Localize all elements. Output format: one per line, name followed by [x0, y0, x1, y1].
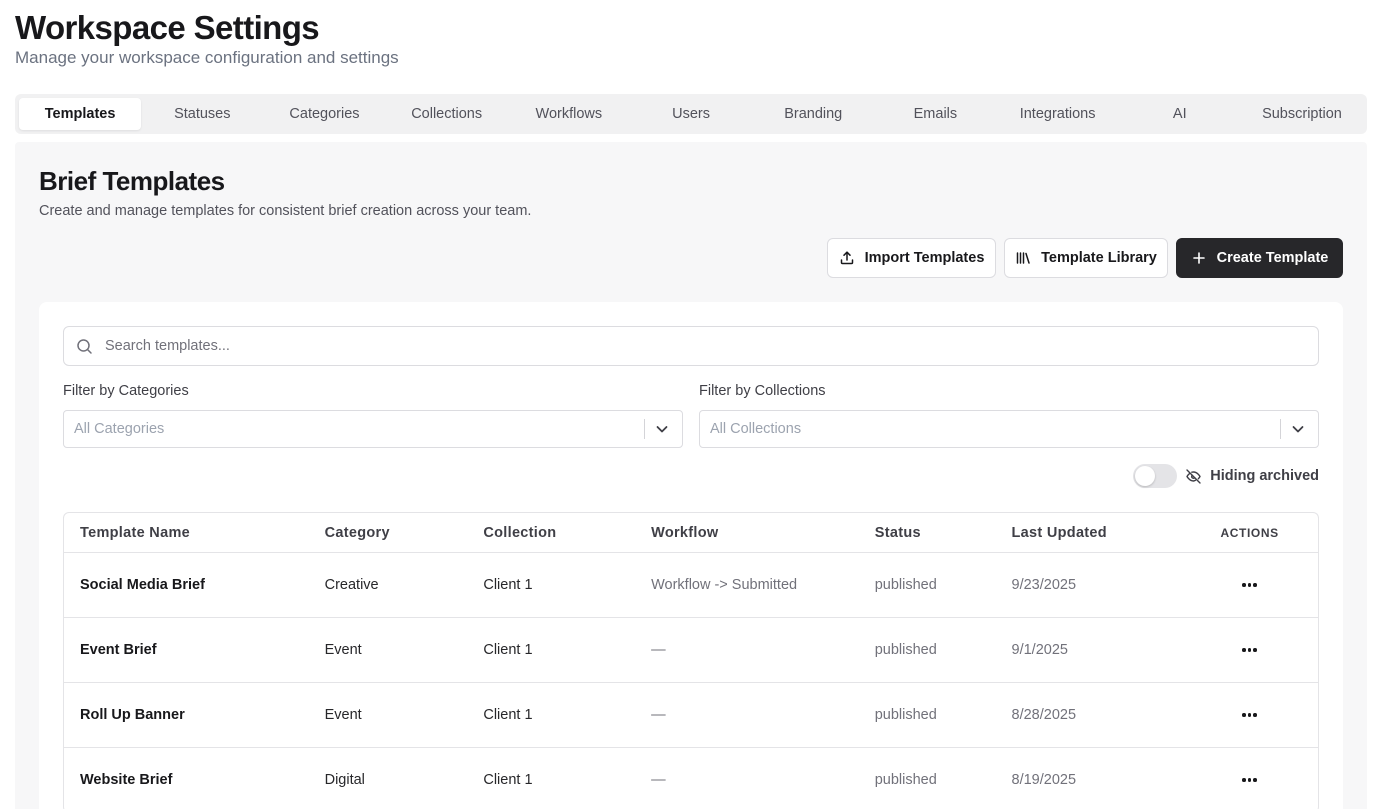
tab-collections[interactable]: Collections [386, 98, 508, 130]
cell-actions [1181, 772, 1318, 788]
cell-status: published [874, 577, 937, 593]
import-templates-button[interactable]: Import Templates [827, 238, 996, 278]
templates-panel: Brief Templates Create and manage templa… [15, 142, 1367, 809]
filter-categories-label: Filter by Categories [63, 383, 189, 399]
cell-last-updated: 9/1/2025 [1011, 642, 1068, 658]
table-row[interactable]: Website Brief Digital Client 1 — publish… [64, 748, 1318, 809]
archive-toggle-row: Hiding archived [1133, 464, 1319, 488]
settings-tabs: Templates Statuses Categories Collection… [15, 94, 1367, 134]
chevron-down-icon [1290, 421, 1306, 437]
page-title: Workspace Settings [15, 9, 320, 46]
tab-emails[interactable]: Emails [874, 98, 996, 130]
section-title: Brief Templates [39, 166, 225, 196]
tab-users[interactable]: Users [630, 98, 752, 130]
upload-icon [839, 250, 855, 266]
cell-template-name: Website Brief [80, 772, 173, 788]
templates-table: Template Name Category Collection Workfl… [63, 512, 1319, 809]
table-row[interactable]: Roll Up Banner Event Client 1 — publishe… [64, 683, 1318, 748]
cell-workflow: — [651, 642, 666, 658]
cell-collection: Client 1 [483, 642, 533, 658]
import-templates-label: Import Templates [864, 250, 985, 266]
collections-select[interactable]: All Collections [699, 410, 1319, 448]
categories-select-value: All Categories [74, 421, 165, 437]
table-row[interactable]: Social Media Brief Creative Client 1 Wor… [64, 553, 1318, 618]
column-header-status[interactable]: Status [875, 525, 1012, 541]
cell-template-name: Event Brief [80, 642, 157, 658]
eye-off-icon [1185, 468, 1202, 485]
collections-select-value: All Collections [710, 421, 802, 437]
page-subtitle: Manage your workspace configuration and … [15, 48, 399, 67]
cell-category: Event [324, 707, 362, 723]
cell-category: Event [324, 642, 362, 658]
cell-category: Creative [324, 577, 379, 593]
cell-template-name: Roll Up Banner [80, 707, 185, 723]
column-header-name[interactable]: Template Name [64, 525, 325, 541]
template-library-label: Template Library [1041, 250, 1157, 266]
more-horizontal-icon[interactable] [1236, 577, 1263, 593]
create-template-label: Create Template [1216, 250, 1329, 266]
tab-templates[interactable]: Templates [19, 98, 142, 130]
cell-status: published [874, 642, 937, 658]
tab-ai[interactable]: AI [1119, 98, 1241, 130]
cell-workflow: — [651, 707, 666, 723]
more-horizontal-icon[interactable] [1236, 772, 1263, 788]
cell-last-updated: 9/23/2025 [1011, 577, 1077, 593]
filter-collections-label: Filter by Collections [699, 383, 826, 399]
templates-card: Filter by Categories All Categories Filt… [39, 302, 1343, 809]
tab-statuses[interactable]: Statuses [141, 98, 263, 130]
more-horizontal-icon[interactable] [1236, 707, 1263, 723]
tab-branding[interactable]: Branding [752, 98, 874, 130]
cell-last-updated: 8/19/2025 [1011, 772, 1077, 788]
cell-collection: Client 1 [483, 707, 533, 723]
table-row[interactable]: Event Brief Event Client 1 — published 9… [64, 618, 1318, 683]
column-header-last-updated[interactable]: Last Updated [1012, 525, 1182, 541]
tab-integrations[interactable]: Integrations [997, 98, 1119, 130]
column-header-collection[interactable]: Collection [483, 525, 651, 541]
library-icon [1015, 250, 1031, 266]
search-icon [76, 338, 93, 355]
cell-actions [1181, 707, 1318, 723]
archive-toggle[interactable] [1133, 464, 1178, 488]
section-description: Create and manage templates for consiste… [39, 203, 532, 219]
categories-select[interactable]: All Categories [63, 410, 683, 448]
cell-collection: Client 1 [483, 577, 533, 593]
template-library-button[interactable]: Template Library [1004, 238, 1168, 278]
search-box[interactable] [63, 326, 1319, 366]
page-header: Workspace Settings Manage your workspace… [15, 8, 399, 68]
tab-subscription[interactable]: Subscription [1241, 98, 1363, 130]
plus-icon [1191, 250, 1207, 266]
archive-toggle-label: Hiding archived [1210, 468, 1319, 484]
toggle-knob [1135, 466, 1156, 486]
column-header-workflow[interactable]: Workflow [651, 525, 875, 541]
more-horizontal-icon[interactable] [1236, 642, 1263, 658]
cell-last-updated: 8/28/2025 [1011, 707, 1077, 723]
cell-actions [1181, 577, 1318, 593]
tab-workflows[interactable]: Workflows [508, 98, 630, 130]
select-separator [644, 419, 645, 439]
chevron-down-icon [654, 421, 670, 437]
create-template-button[interactable]: Create Template [1176, 238, 1343, 278]
cell-actions [1181, 642, 1318, 658]
cell-workflow: Workflow -> Submitted [651, 577, 798, 593]
cell-category: Digital [324, 772, 365, 788]
search-input[interactable] [105, 338, 1305, 354]
column-header-category[interactable]: Category [325, 525, 484, 541]
select-separator [1280, 419, 1281, 439]
cell-status: published [874, 772, 937, 788]
cell-workflow: — [651, 772, 666, 788]
table-header: Template Name Category Collection Workfl… [64, 513, 1318, 553]
cell-status: published [874, 707, 937, 723]
cell-template-name: Social Media Brief [80, 577, 205, 593]
column-header-actions: ACTIONS [1220, 525, 1279, 540]
tab-categories[interactable]: Categories [263, 98, 385, 130]
cell-collection: Client 1 [483, 772, 533, 788]
